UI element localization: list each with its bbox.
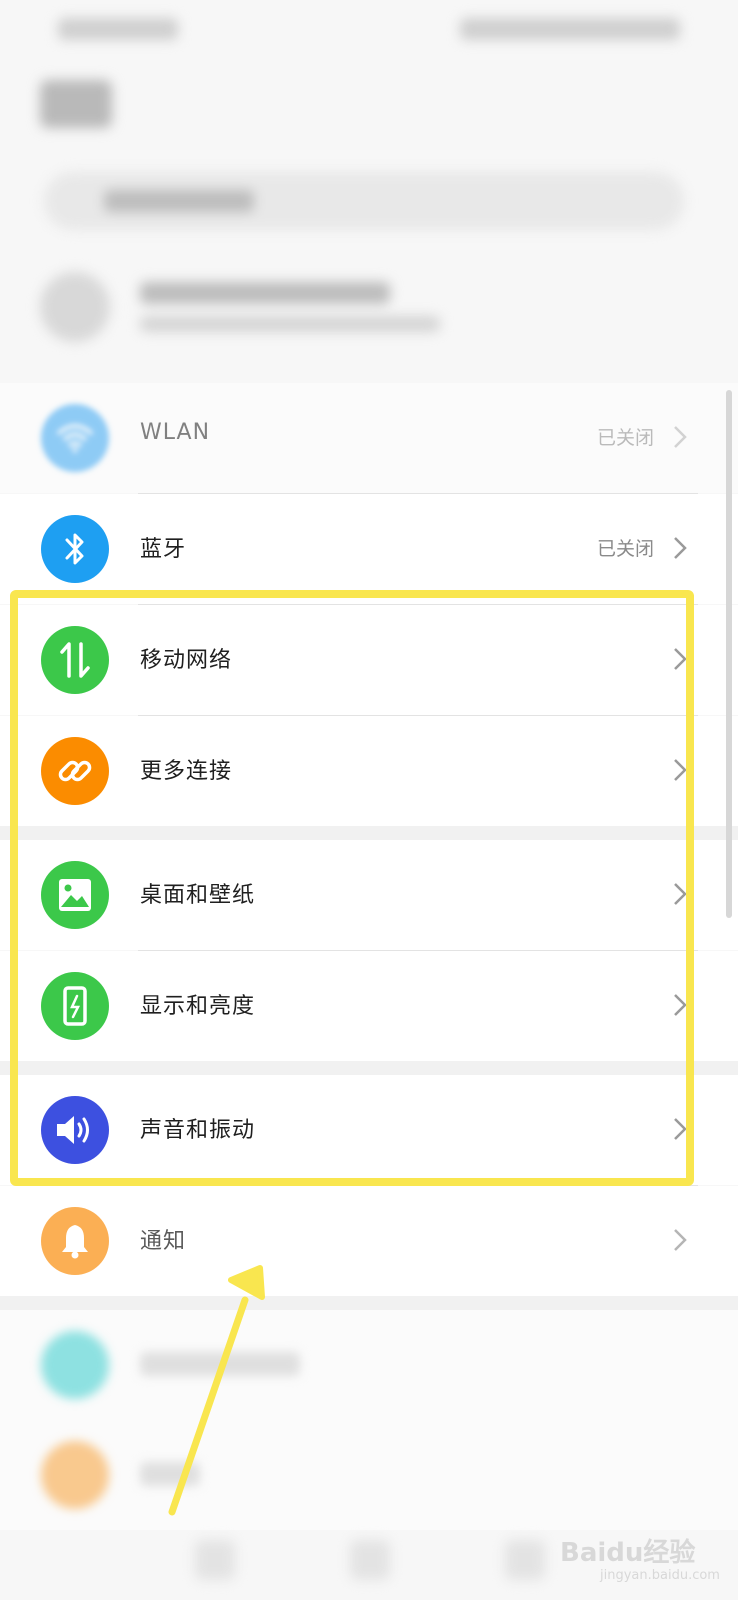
watermark-url: jingyan.baidu.com <box>600 1568 720 1583</box>
watermark-logo: Baidu经验 <box>560 1538 696 1568</box>
arrow-icon <box>168 1265 265 1516</box>
